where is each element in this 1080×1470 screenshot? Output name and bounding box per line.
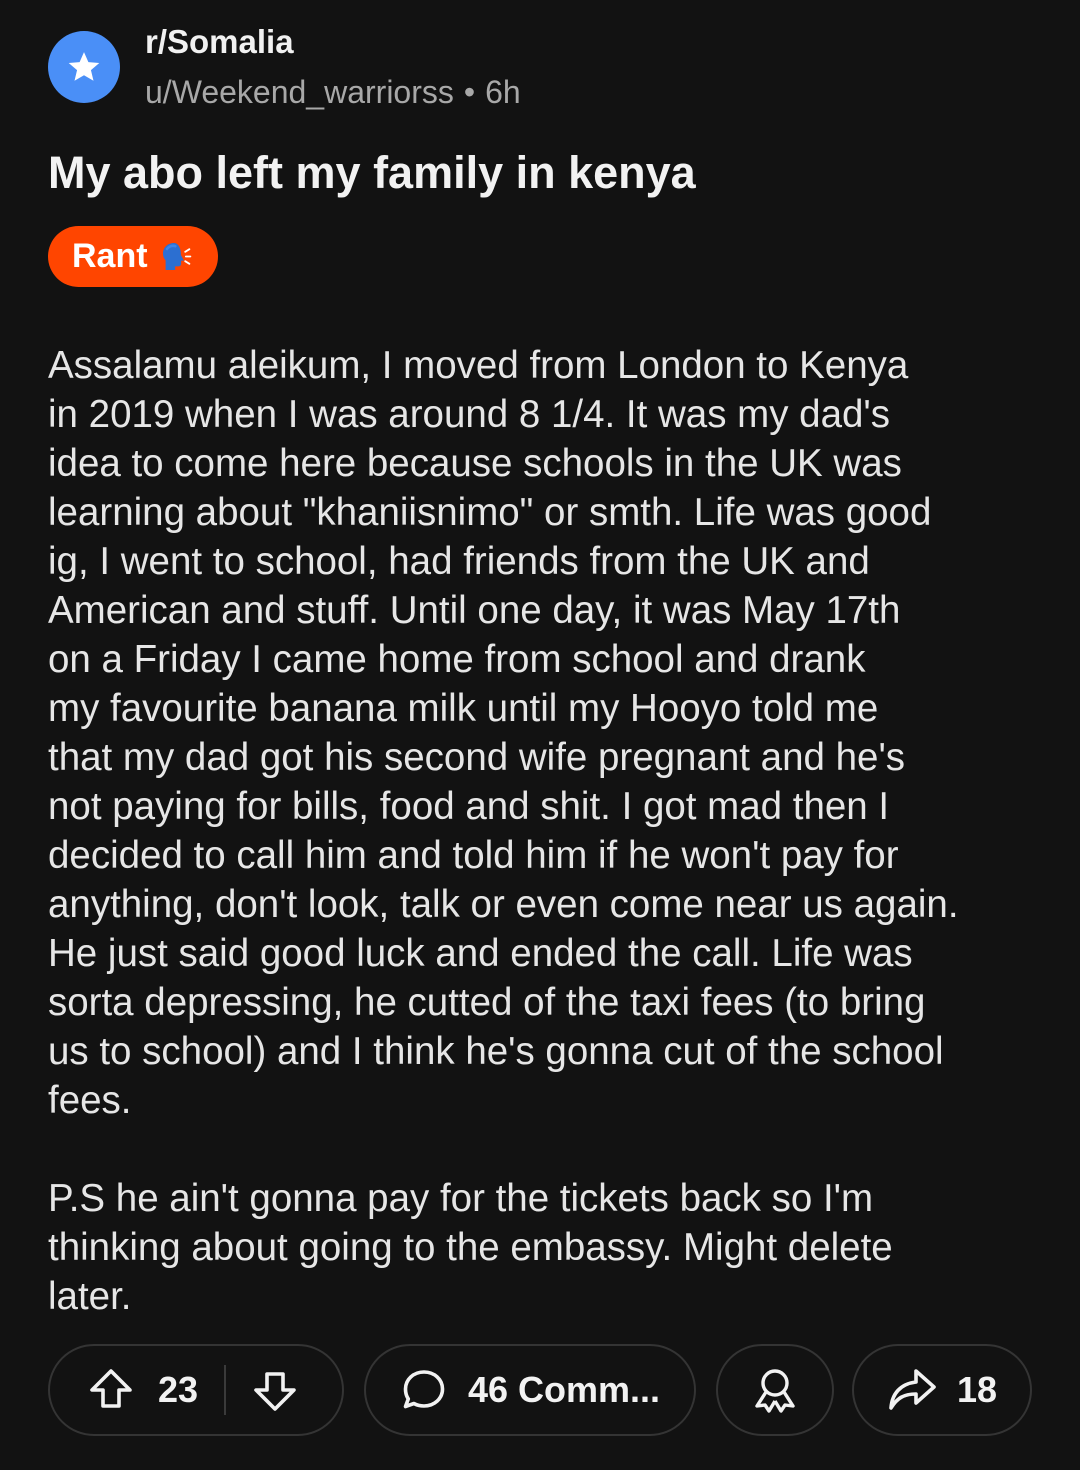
author-line: u/Weekend_warriorss • 6h (145, 72, 521, 112)
post-title: My abo left my family in kenya (48, 147, 696, 198)
subreddit-avatar[interactable] (48, 31, 120, 103)
subreddit-name[interactable]: r/Somalia (145, 22, 521, 62)
upvote-arrow-icon (90, 1369, 132, 1408)
comment-bubble-icon (403, 1370, 445, 1409)
body-paragraph: Assalamu aleikum, I moved from London to… (48, 344, 959, 1122)
comments-count: 46 Comm... (467, 1369, 661, 1410)
share-arrow-icon (889, 1369, 936, 1410)
body-paragraph: P.S he ain't gonna pay for the tickets b… (48, 1177, 893, 1318)
author-name[interactable]: u/Weekend_warriorss (145, 74, 454, 110)
downvote-button[interactable] (252, 1367, 298, 1413)
upvote-button[interactable] (88, 1367, 134, 1413)
downvote-arrow-icon (254, 1372, 296, 1411)
upvote-count: 23 (158, 1369, 199, 1410)
post-body: Assalamu aleikum, I moved from London to… (48, 341, 1038, 1321)
speaking-head-icon (158, 240, 192, 274)
action-bar: 23 46 Comm... 18 (48, 1344, 1032, 1440)
vote-divider (224, 1365, 227, 1415)
meta-separator: • (463, 74, 476, 110)
post-time: 6h (485, 74, 521, 110)
share-count: 18 (956, 1369, 998, 1410)
vote-pill: 23 (48, 1344, 344, 1436)
award-button[interactable] (716, 1344, 834, 1436)
star-icon (68, 52, 100, 81)
comments-button[interactable]: 46 Comm... (364, 1344, 696, 1436)
award-icon (755, 1369, 795, 1413)
post-header: r/Somalia u/Weekend_warriorss • 6h (48, 22, 521, 112)
flair-badge[interactable]: Rant (48, 226, 218, 287)
flair-label: Rant (72, 237, 148, 275)
share-button[interactable]: 18 (852, 1344, 1032, 1436)
